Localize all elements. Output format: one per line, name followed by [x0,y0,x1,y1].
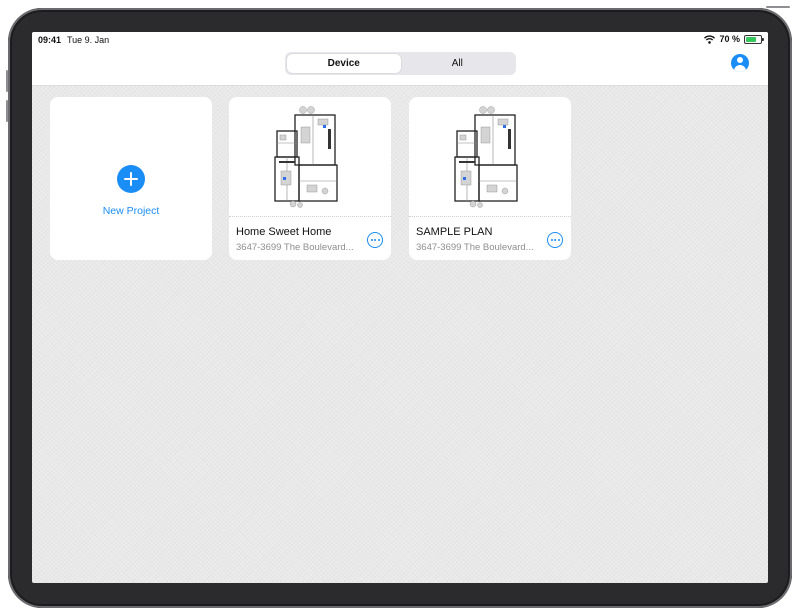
floor-plan-thumbnail [229,97,391,216]
floor-plan-image [454,105,518,208]
status-date: Tue 9. Jan [67,35,110,45]
battery-icon [744,34,764,44]
card-divider [229,216,391,217]
project-address: 3647-3699 The Boulevard... [416,242,534,253]
new-project-label: New Project [102,205,160,217]
status-bar: 09:41 Tue 9. Jan 70 % [32,32,768,48]
project-title: SAMPLE PLAN [416,226,493,238]
segment-device[interactable]: Device [287,54,401,73]
floor-plan-thumbnail [409,97,571,216]
project-card[interactable]: SAMPLE PLAN 3647-3699 The Boulevard... [409,97,571,260]
card-divider [409,216,571,217]
volume-button [6,100,8,122]
volume-button [6,70,8,92]
power-button [766,6,790,8]
plus-icon [117,165,145,193]
screen: 09:41 Tue 9. Jan 70 % Device All New Pro… [32,32,768,583]
new-project-card[interactable]: New Project [50,97,212,260]
profile-icon[interactable] [731,54,749,72]
ellipsis-icon[interactable] [367,232,383,248]
floor-plan-image [274,105,338,208]
project-title: Home Sweet Home [236,226,332,238]
wifi-icon [704,34,716,44]
status-indicators: 70 % [704,34,764,44]
status-time: 09:41 [38,35,62,45]
project-card[interactable]: Home Sweet Home 3647-3699 The Boulevard.… [229,97,391,260]
navigation-bar: 09:41 Tue 9. Jan 70 % Device All [32,32,768,86]
location-segmented-control: Device All [285,52,516,75]
project-address: 3647-3699 The Boulevard... [236,242,354,253]
segment-all[interactable]: All [401,54,515,73]
ellipsis-icon[interactable] [547,232,563,248]
battery-level [746,36,756,42]
battery-percent: 70 % [719,34,740,44]
